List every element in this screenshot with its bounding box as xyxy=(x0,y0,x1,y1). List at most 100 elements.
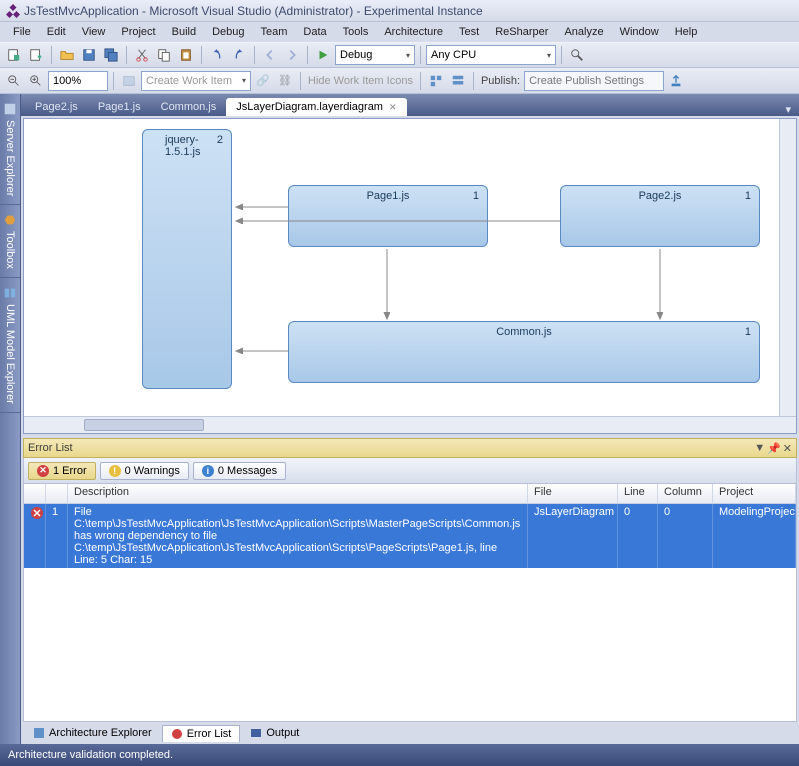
publish-button[interactable] xyxy=(666,71,686,91)
btab-architecture-explorer[interactable]: Architecture Explorer xyxy=(25,725,160,741)
col-icon[interactable] xyxy=(24,484,46,503)
zoom-in-button[interactable] xyxy=(26,71,46,91)
publish-label: Publish: xyxy=(479,75,522,87)
error-filter-bar: ✕1 Error !0 Warnings i0 Messages xyxy=(23,458,797,484)
menu-view[interactable]: View xyxy=(75,24,113,40)
warnings-filter-button[interactable]: !0 Warnings xyxy=(100,462,189,480)
menubar: File Edit View Project Build Debug Team … xyxy=(0,22,799,42)
menu-window[interactable]: Window xyxy=(613,24,666,40)
col-column[interactable]: Column xyxy=(658,484,713,503)
tab-jslayerdiagram[interactable]: JsLayerDiagram.layerdiagram✕ xyxy=(226,98,406,116)
grid-body: 1 File C:\temp\JsTestMvcApplication\JsTe… xyxy=(24,504,796,721)
close-tab-icon[interactable]: ✕ xyxy=(389,102,397,113)
info-icon: i xyxy=(202,465,214,477)
col-project[interactable]: Project xyxy=(713,484,796,503)
warning-icon: ! xyxy=(109,465,121,477)
menu-tools[interactable]: Tools xyxy=(336,24,376,40)
create-work-item-combo[interactable]: Create Work Item xyxy=(141,71,251,91)
link-icon: 🔗 xyxy=(253,71,273,91)
side-tab-uml-explorer[interactable]: UML Model Explorer xyxy=(0,278,20,413)
redo-button[interactable] xyxy=(229,45,249,65)
col-file[interactable]: File xyxy=(528,484,618,503)
statusbar: Architecture validation completed. xyxy=(0,744,799,766)
menu-team[interactable]: Team xyxy=(254,24,295,40)
menu-resharper[interactable]: ReSharper xyxy=(488,24,555,40)
work-item-icon xyxy=(119,71,139,91)
menu-analyze[interactable]: Analyze xyxy=(557,24,610,40)
col-description[interactable]: Description xyxy=(68,484,528,503)
zoom-input[interactable] xyxy=(48,71,108,91)
cut-button[interactable] xyxy=(132,45,152,65)
save-button[interactable] xyxy=(79,45,99,65)
tab-common[interactable]: Common.js xyxy=(151,98,227,116)
panel-close-icon[interactable]: ✕ xyxy=(783,442,792,455)
open-button[interactable] xyxy=(57,45,77,65)
menu-edit[interactable]: Edit xyxy=(40,24,73,40)
start-debug-button[interactable] xyxy=(313,45,333,65)
undo-button[interactable] xyxy=(207,45,227,65)
config-combo[interactable]: Debug xyxy=(335,45,415,65)
diagram-canvas[interactable]: jquery-1.5.1.js 2 Page1.js 1 Page2.js 1 … xyxy=(24,119,796,416)
publish-settings-input[interactable] xyxy=(524,71,664,91)
col-num[interactable] xyxy=(46,484,68,503)
node-page1[interactable]: Page1.js 1 xyxy=(288,185,488,247)
side-tab-server-explorer[interactable]: Server Explorer xyxy=(0,94,20,205)
node-common[interactable]: Common.js 1 xyxy=(288,321,760,383)
vs-logo-icon xyxy=(6,4,20,18)
nav-forward-button[interactable] xyxy=(282,45,302,65)
btab-output[interactable]: Output xyxy=(242,725,307,741)
platform-combo[interactable]: Any CPU xyxy=(426,45,556,65)
horizontal-scrollbar[interactable] xyxy=(24,416,796,433)
menu-help[interactable]: Help xyxy=(668,24,705,40)
zoom-out-button[interactable] xyxy=(4,71,24,91)
vertical-scrollbar[interactable] xyxy=(779,119,796,416)
tab-overflow-button[interactable]: ▾ xyxy=(781,103,795,116)
new-project-button[interactable] xyxy=(4,45,24,65)
save-all-button[interactable] xyxy=(101,45,121,65)
tab-page1[interactable]: Page1.js xyxy=(88,98,151,116)
menu-build[interactable]: Build xyxy=(165,24,203,40)
nav-back-button[interactable] xyxy=(260,45,280,65)
col-line[interactable]: Line xyxy=(618,484,658,503)
error-grid: Description File Line Column Project 1 F… xyxy=(23,484,797,722)
side-tabs: Server Explorer Toolbox UML Model Explor… xyxy=(0,94,21,744)
status-text: Architecture validation completed. xyxy=(8,749,173,761)
copy-button[interactable] xyxy=(154,45,174,65)
titlebar: JsTestMvcApplication - Microsoft Visual … xyxy=(0,0,799,22)
layout-button-1[interactable] xyxy=(426,71,446,91)
unlink-icon: ⛓ xyxy=(275,71,295,91)
tab-page2[interactable]: Page2.js xyxy=(25,98,88,116)
hide-icons-label: Hide Work Item Icons xyxy=(306,75,415,87)
error-icon: ✕ xyxy=(37,465,49,477)
document-tabs: Page2.js Page1.js Common.js JsLayerDiagr… xyxy=(21,94,799,116)
menu-test[interactable]: Test xyxy=(452,24,486,40)
diagram-canvas-wrap: jquery-1.5.1.js 2 Page1.js 1 Page2.js 1 … xyxy=(23,118,797,434)
grid-header: Description File Line Column Project xyxy=(24,484,796,504)
error-row[interactable]: 1 File C:\temp\JsTestMvcApplication\JsTe… xyxy=(24,504,796,568)
messages-filter-button[interactable]: i0 Messages xyxy=(193,462,286,480)
side-tab-toolbox[interactable]: Toolbox xyxy=(0,205,20,278)
main-area: Server Explorer Toolbox UML Model Explor… xyxy=(0,94,799,744)
main-toolbar: Debug Any CPU xyxy=(0,42,799,68)
menu-architecture[interactable]: Architecture xyxy=(377,24,450,40)
panel-dropdown-icon[interactable]: ▼ xyxy=(754,442,765,455)
secondary-toolbar: Create Work Item 🔗 ⛓ Hide Work Item Icon… xyxy=(0,68,799,94)
paste-button[interactable] xyxy=(176,45,196,65)
panel-pin-icon[interactable]: 📌 xyxy=(767,442,781,455)
btab-error-list[interactable]: Error List xyxy=(162,725,241,742)
errors-filter-button[interactable]: ✕1 Error xyxy=(28,462,96,480)
add-item-button[interactable] xyxy=(26,45,46,65)
bottom-tabs: Architecture Explorer Error List Output xyxy=(21,722,799,744)
find-button[interactable] xyxy=(567,45,587,65)
error-icon xyxy=(30,506,44,520)
menu-file[interactable]: File xyxy=(6,24,38,40)
error-list-header[interactable]: Error List ▼ 📌 ✕ xyxy=(23,438,797,458)
menu-project[interactable]: Project xyxy=(114,24,162,40)
node-page2[interactable]: Page2.js 1 xyxy=(560,185,760,247)
layout-button-2[interactable] xyxy=(448,71,468,91)
window-title: JsTestMvcApplication - Microsoft Visual … xyxy=(24,4,483,18)
menu-data[interactable]: Data xyxy=(296,24,333,40)
node-jquery[interactable]: jquery-1.5.1.js 2 xyxy=(142,129,232,389)
error-list-panel: Error List ▼ 📌 ✕ ✕1 Error !0 Warnings i0… xyxy=(23,438,797,722)
menu-debug[interactable]: Debug xyxy=(205,24,251,40)
